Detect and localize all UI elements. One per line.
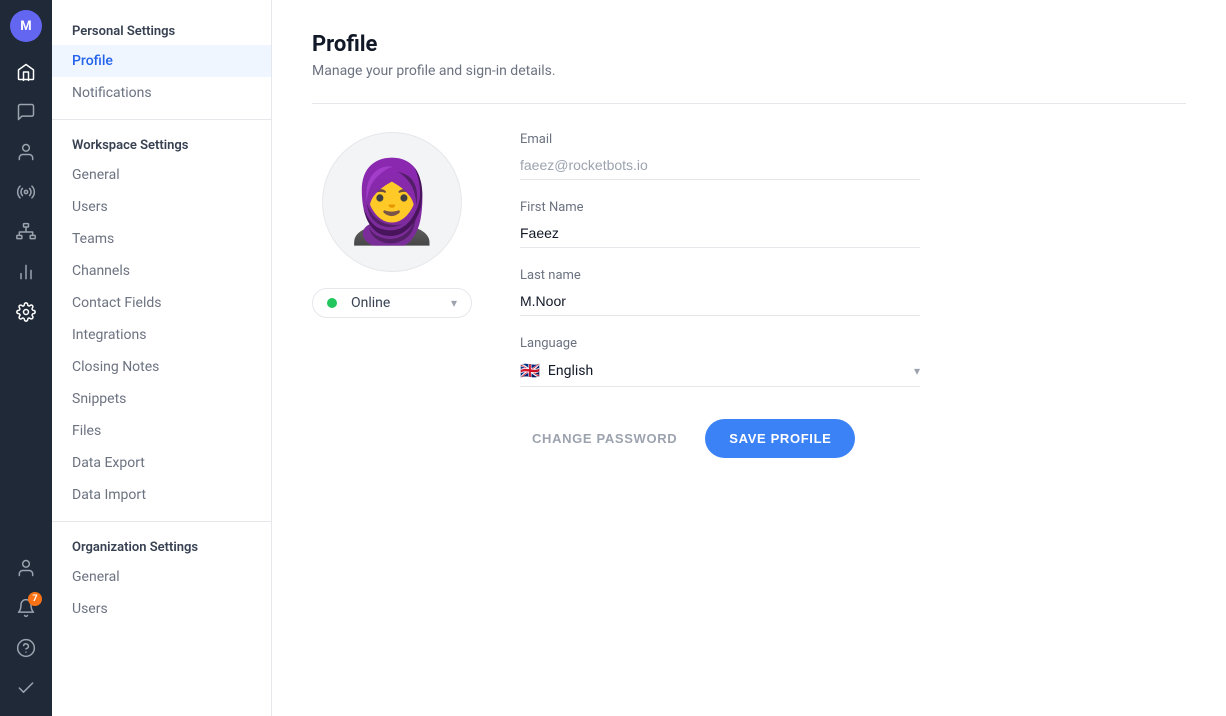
nav-divider-2 <box>52 521 271 522</box>
home-icon[interactable] <box>8 54 44 90</box>
main-content: Profile Manage your profile and sign-in … <box>272 0 1226 716</box>
nav-item-closing-notes[interactable]: Closing Notes <box>52 351 271 383</box>
personal-settings-title: Personal Settings <box>52 16 271 45</box>
nav-item-org-general[interactable]: General <box>52 561 271 593</box>
nav-item-teams[interactable]: Teams <box>52 223 271 255</box>
language-value: English <box>548 363 593 379</box>
avatar-image: 🧕 <box>342 162 442 242</box>
nav-item-data-import[interactable]: Data Import <box>52 479 271 511</box>
last-name-group: Last name <box>520 268 920 316</box>
page-title: Profile <box>312 32 1186 57</box>
nav-item-contact-fields[interactable]: Contact Fields <box>52 287 271 319</box>
bottom-icons: 7 <box>8 550 44 706</box>
language-chevron-icon: ▾ <box>914 364 920 378</box>
workspace-settings-title: Workspace Settings <box>52 130 271 159</box>
profile-form: Email First Name Last name Language 🇬🇧 E… <box>520 132 920 458</box>
nav-divider-1 <box>52 119 271 120</box>
language-group: Language 🇬🇧 English ▾ <box>520 336 920 387</box>
notification-badge: 7 <box>28 592 42 606</box>
nav-item-users[interactable]: Users <box>52 191 271 223</box>
change-password-button[interactable]: CHANGE PASSWORD <box>520 421 689 456</box>
nav-item-general[interactable]: General <box>52 159 271 191</box>
nav-item-data-export[interactable]: Data Export <box>52 447 271 479</box>
hierarchy-icon[interactable] <box>8 214 44 250</box>
first-name-label: First Name <box>520 200 920 215</box>
help-icon[interactable] <box>8 630 44 666</box>
email-label: Email <box>520 132 920 147</box>
status-online-dot <box>327 298 337 308</box>
nav-item-notifications[interactable]: Notifications <box>52 77 271 109</box>
language-selector[interactable]: 🇬🇧 English ▾ <box>520 355 920 387</box>
nav-item-org-users[interactable]: Users <box>52 593 271 625</box>
nav-item-files[interactable]: Files <box>52 415 271 447</box>
profile-avatar[interactable]: 🧕 <box>322 132 462 272</box>
avatar-section: 🧕 Online ▾ <box>312 132 472 458</box>
save-profile-button[interactable]: SAVE PROFILE <box>705 419 855 458</box>
user-badge-icon[interactable] <box>8 550 44 586</box>
first-name-input[interactable] <box>520 219 920 248</box>
chevron-down-icon: ▾ <box>451 296 457 310</box>
first-name-group: First Name <box>520 200 920 248</box>
nav-sidebar: Personal Settings Profile Notifications … <box>52 0 272 716</box>
last-name-label: Last name <box>520 268 920 283</box>
conversations-icon[interactable] <box>8 94 44 130</box>
broadcast-icon[interactable] <box>8 174 44 210</box>
email-input[interactable] <box>520 151 920 180</box>
language-left: 🇬🇧 English <box>520 361 593 380</box>
last-name-input[interactable] <box>520 287 920 316</box>
status-label: Online <box>351 295 443 311</box>
check-icon[interactable] <box>8 670 44 706</box>
nav-item-profile[interactable]: Profile <box>52 45 271 77</box>
user-avatar-icon[interactable]: M <box>10 10 42 42</box>
status-dropdown[interactable]: Online ▾ <box>312 288 472 318</box>
contacts-icon[interactable] <box>8 134 44 170</box>
action-buttons: CHANGE PASSWORD SAVE PROFILE <box>520 419 920 458</box>
icon-sidebar: M 7 <box>0 0 52 716</box>
nav-item-snippets[interactable]: Snippets <box>52 383 271 415</box>
notification-wrapper: 7 <box>8 590 44 626</box>
profile-layout: 🧕 Online ▾ Email First Name Last name <box>312 132 1186 458</box>
language-label: Language <box>520 336 920 351</box>
nav-item-channels[interactable]: Channels <box>52 255 271 287</box>
header-divider <box>312 103 1186 104</box>
organization-settings-title: Organization Settings <box>52 532 271 561</box>
settings-icon[interactable] <box>8 294 44 330</box>
reports-icon[interactable] <box>8 254 44 290</box>
page-subtitle: Manage your profile and sign-in details. <box>312 63 1186 79</box>
language-flag: 🇬🇧 <box>520 361 540 380</box>
email-group: Email <box>520 132 920 180</box>
nav-item-integrations[interactable]: Integrations <box>52 319 271 351</box>
